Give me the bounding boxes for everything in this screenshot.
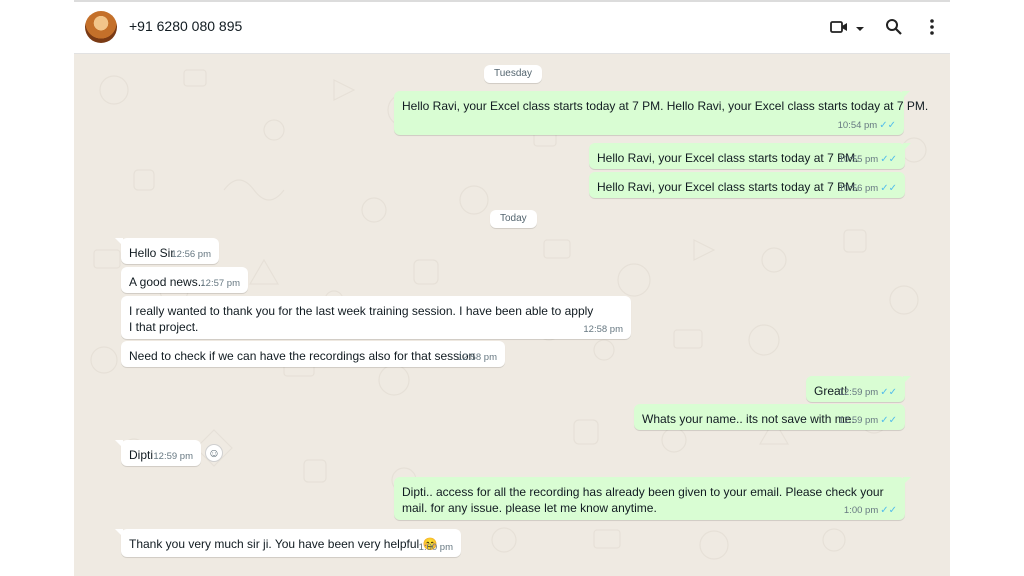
double-check-icon: ✓✓ (880, 415, 897, 426)
message-time: 12:56 pm (171, 249, 211, 260)
message-time: 12:58 pm (583, 324, 623, 335)
message-text: Hello Ravi, your Excel class starts toda… (597, 151, 859, 165)
bubble-tail (903, 376, 911, 384)
message-time: 10:56 pm ✓✓ (838, 183, 897, 194)
bubble-tail (115, 440, 123, 448)
incoming-message[interactable]: I really wanted to thank you for the las… (121, 296, 631, 339)
date-chip-tuesday: Tuesday (484, 65, 542, 83)
message-time: 1:00 pm ✓✓ (843, 505, 897, 516)
message-time: 10:54 pm ✓✓ (837, 120, 896, 131)
outgoing-message[interactable]: Hello Ravi, your Excel class starts toda… (589, 143, 911, 169)
message-time: 12:59 pm ✓✓ (838, 387, 897, 398)
incoming-message[interactable]: Hello Sir 12:56 pm (115, 238, 219, 264)
chevron-down-icon[interactable] (855, 21, 865, 39)
avatar[interactable] (85, 11, 117, 43)
message-time: 10:55 pm ✓✓ (838, 154, 897, 165)
incoming-message[interactable]: Thank you very much sir ji. You have bee… (115, 529, 461, 557)
message-text: Dipti.. access for all the recording has… (402, 485, 884, 515)
message-text: Thank you very much sir ji. You have bee… (129, 537, 438, 551)
top-divider (74, 0, 950, 2)
message-time: 12:59 pm (153, 451, 193, 462)
double-check-icon: ✓✓ (880, 505, 897, 516)
outgoing-message[interactable]: Hello Ravi, your Excel class starts toda… (394, 91, 928, 135)
double-check-icon: ✓✓ (880, 387, 897, 398)
outgoing-message[interactable]: Dipti.. access for all the recording has… (394, 477, 911, 520)
bubble-tail (115, 529, 123, 537)
chat-header: +91 6280 080 895 (74, 0, 950, 54)
date-chip-today: Today (490, 210, 537, 228)
double-check-icon: ✓✓ (880, 183, 897, 194)
message-time: 12:59 pm ✓✓ (838, 415, 897, 426)
outgoing-message[interactable]: Hello Ravi, your Excel class starts toda… (589, 172, 905, 198)
message-text: A good news.. (129, 275, 205, 289)
message-time: 1:00 pm (418, 542, 453, 553)
video-call-icon[interactable] (830, 19, 848, 40)
bubble-tail (903, 477, 911, 485)
message-text: Hello Sir (129, 246, 175, 260)
incoming-message[interactable]: A good news.. 12:57 pm (121, 267, 248, 293)
contact-name[interactable]: +91 6280 080 895 (129, 18, 242, 34)
message-time: 12:58 pm (457, 352, 497, 363)
outgoing-message[interactable]: Whats your name.. its not save with me. … (634, 404, 905, 430)
double-check-icon: ✓✓ (880, 154, 897, 165)
bubble-tail (115, 238, 123, 246)
message-text: I really wanted to thank you for the las… (129, 304, 594, 334)
outgoing-message[interactable]: Great! 12:59 pm ✓✓ (806, 376, 911, 402)
double-check-icon: ✓✓ (879, 120, 896, 131)
more-options-icon[interactable] (929, 18, 935, 41)
whatsapp-window: +91 6280 080 895 Tuesday Hello Ravi, you… (74, 0, 950, 576)
search-icon[interactable] (885, 18, 902, 40)
react-emoji-icon[interactable]: ☺ (205, 444, 223, 462)
message-time: 12:57 pm (200, 278, 240, 289)
message-text: Dipti (129, 448, 154, 462)
message-text: Hello Ravi, your Excel class starts toda… (402, 99, 929, 113)
message-list[interactable]: Tuesday Hello Ravi, your Excel class sta… (74, 53, 950, 576)
bubble-tail (903, 143, 911, 151)
message-text: Whats your name.. its not save with me. (642, 412, 855, 426)
incoming-message[interactable]: Dipti 12:59 pm (115, 440, 201, 466)
message-text: Hello Ravi, your Excel class starts toda… (597, 180, 859, 194)
incoming-message[interactable]: Need to check if we can have the recordi… (121, 341, 505, 367)
message-text: Need to check if we can have the recordi… (129, 349, 476, 363)
